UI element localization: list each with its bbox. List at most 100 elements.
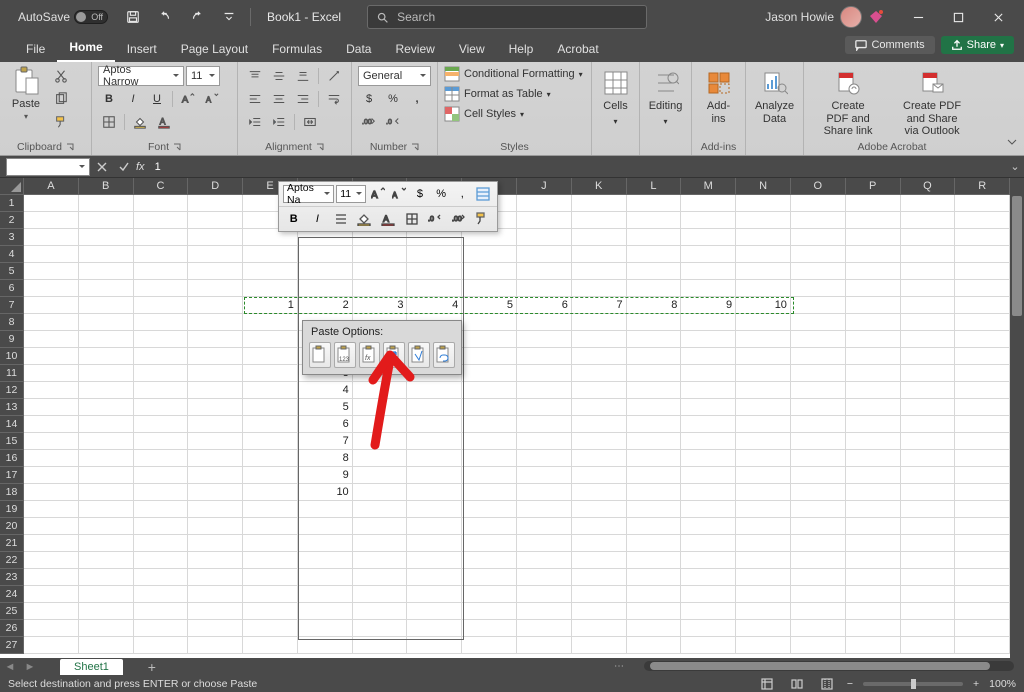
row-header[interactable]: 27 (0, 637, 24, 654)
cell[interactable] (901, 569, 956, 586)
cell[interactable]: 7 (298, 433, 353, 450)
cell[interactable] (517, 450, 572, 467)
cell[interactable] (736, 552, 791, 569)
row-header[interactable]: 14 (0, 416, 24, 433)
cell[interactable] (572, 263, 627, 280)
cell[interactable] (791, 467, 846, 484)
cell[interactable] (462, 314, 517, 331)
column-header[interactable]: C (134, 178, 189, 195)
cell[interactable] (517, 212, 572, 229)
cell[interactable] (791, 331, 846, 348)
cell[interactable] (627, 433, 682, 450)
cell[interactable] (517, 637, 572, 654)
cell[interactable] (243, 637, 298, 654)
cell[interactable] (681, 552, 736, 569)
row-header[interactable]: 10 (0, 348, 24, 365)
cell[interactable] (188, 603, 243, 620)
cell[interactable] (134, 229, 189, 246)
addins-button[interactable]: Add-ins (698, 66, 739, 125)
mini-grow-font-icon[interactable]: A (368, 184, 387, 204)
cell[interactable] (901, 263, 956, 280)
cell[interactable] (407, 399, 462, 416)
cell[interactable] (572, 246, 627, 263)
cell[interactable]: 7 (572, 297, 627, 314)
row-header[interactable]: 7 (0, 297, 24, 314)
cell[interactable] (24, 314, 79, 331)
cell[interactable] (24, 263, 79, 280)
cell[interactable] (298, 263, 353, 280)
row-header[interactable]: 1 (0, 195, 24, 212)
fill-color-icon[interactable] (129, 112, 151, 132)
cell[interactable] (462, 348, 517, 365)
cell[interactable] (24, 297, 79, 314)
cell[interactable] (79, 212, 134, 229)
cell[interactable] (353, 535, 408, 552)
cell[interactable] (24, 348, 79, 365)
cell[interactable] (572, 603, 627, 620)
mini-percent-icon[interactable]: % (432, 184, 451, 204)
cell[interactable] (955, 620, 1010, 637)
cell[interactable]: 5 (462, 297, 517, 314)
tab-file[interactable]: File (14, 37, 57, 62)
column-header[interactable]: L (627, 178, 682, 195)
cell[interactable] (353, 246, 408, 263)
cell[interactable]: 10 (736, 297, 791, 314)
row-header[interactable]: 26 (0, 620, 24, 637)
cell[interactable] (846, 518, 901, 535)
cell[interactable] (572, 467, 627, 484)
cell[interactable] (627, 416, 682, 433)
mini-increase-decimal-icon[interactable]: .00 (448, 209, 470, 229)
cut-icon[interactable] (50, 66, 72, 86)
cell[interactable] (572, 518, 627, 535)
cell[interactable] (955, 331, 1010, 348)
cell[interactable] (627, 637, 682, 654)
row-header[interactable]: 11 (0, 365, 24, 382)
cell[interactable] (955, 348, 1010, 365)
cell[interactable] (681, 637, 736, 654)
cell[interactable] (791, 280, 846, 297)
cell[interactable] (627, 586, 682, 603)
cell[interactable] (24, 467, 79, 484)
cancel-icon[interactable] (92, 158, 112, 176)
cell[interactable] (846, 280, 901, 297)
cell[interactable] (298, 603, 353, 620)
column-header[interactable]: J (517, 178, 572, 195)
expand-formula-bar-icon[interactable]: ⌄ (1006, 160, 1024, 173)
cell[interactable] (243, 586, 298, 603)
cell[interactable] (517, 433, 572, 450)
cell[interactable] (791, 433, 846, 450)
name-box[interactable] (6, 158, 90, 176)
dialog-launcher-icon[interactable] (316, 143, 324, 151)
cell[interactable] (955, 416, 1010, 433)
cell[interactable] (681, 586, 736, 603)
cell[interactable] (572, 586, 627, 603)
cell[interactable]: 2 (298, 297, 353, 314)
mini-font-name[interactable]: Aptos Na (283, 185, 334, 203)
cell[interactable] (134, 246, 189, 263)
cell[interactable] (627, 535, 682, 552)
row-header[interactable]: 5 (0, 263, 24, 280)
cell[interactable] (736, 280, 791, 297)
cell[interactable] (846, 620, 901, 637)
cell[interactable] (681, 280, 736, 297)
cell[interactable] (846, 297, 901, 314)
cell[interactable] (298, 552, 353, 569)
account-button[interactable]: Jason Howie (765, 6, 862, 28)
cell[interactable] (407, 416, 462, 433)
cell[interactable] (407, 586, 462, 603)
cell[interactable] (407, 433, 462, 450)
format-painter-icon[interactable] (50, 112, 72, 132)
cell[interactable] (353, 586, 408, 603)
zoom-slider[interactable] (863, 682, 963, 686)
row-header[interactable]: 23 (0, 569, 24, 586)
cell[interactable] (298, 535, 353, 552)
align-middle-icon[interactable] (268, 66, 290, 86)
cell[interactable] (517, 246, 572, 263)
cell[interactable] (243, 433, 298, 450)
cell[interactable] (243, 263, 298, 280)
cell[interactable] (572, 195, 627, 212)
cell[interactable] (134, 620, 189, 637)
row-header[interactable]: 6 (0, 280, 24, 297)
cell[interactable] (681, 263, 736, 280)
cell[interactable] (188, 552, 243, 569)
